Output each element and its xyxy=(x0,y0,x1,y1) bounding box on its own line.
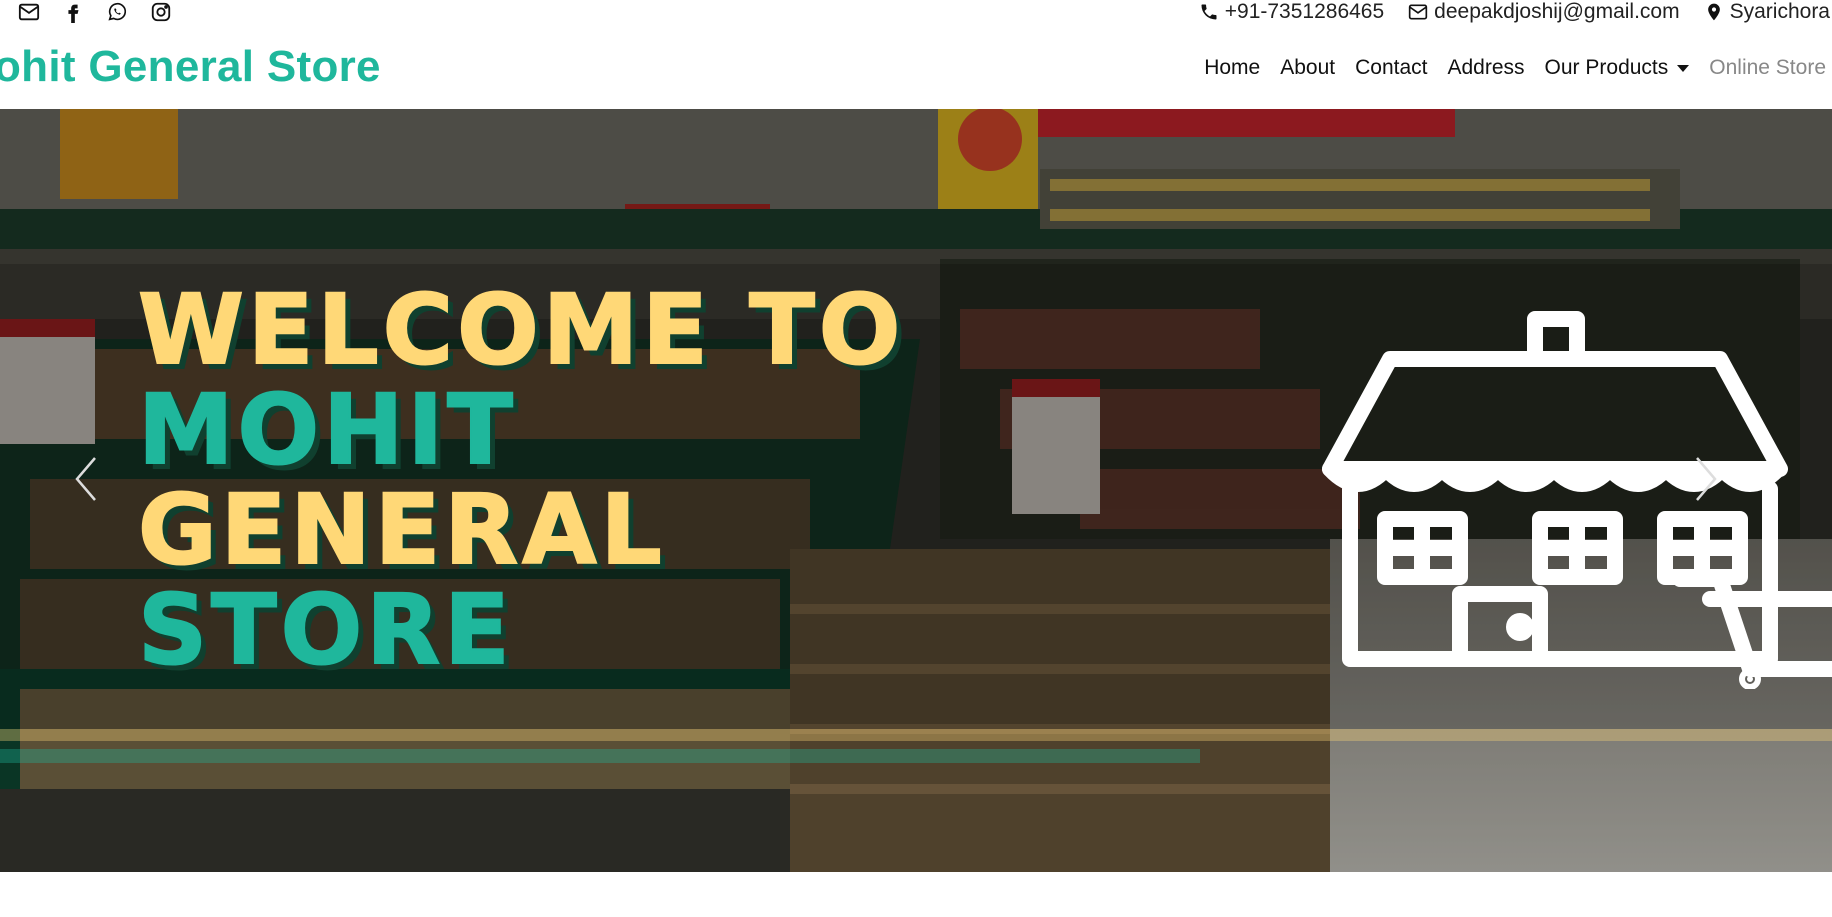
store-cart-icon xyxy=(1322,311,1832,689)
nav-address[interactable]: Address xyxy=(1448,56,1525,80)
nav-contact[interactable]: Contact xyxy=(1355,56,1427,80)
chevron-right-icon xyxy=(1696,457,1717,501)
brand-logo[interactable]: ohit General Store xyxy=(0,42,381,92)
hero-line-general: GENERAL xyxy=(137,474,666,586)
nav-about[interactable]: About xyxy=(1280,56,1335,80)
hero-line-store: STORE xyxy=(137,574,514,686)
map-pin-icon xyxy=(1707,3,1720,21)
location-text: Syarichora xyxy=(1729,0,1830,23)
phone-number: +91-7351286465 xyxy=(1224,0,1385,23)
nav-our-products-label: Our Products xyxy=(1544,56,1669,79)
top-bar: +91-7351286465 deepakdjoshij@gmail.com S… xyxy=(0,0,1832,24)
phone-icon xyxy=(1201,4,1217,20)
carousel-prev-button[interactable] xyxy=(66,449,106,509)
instagram-icon[interactable] xyxy=(148,0,174,24)
nav-online-store[interactable]: Online Store xyxy=(1709,56,1826,80)
nav-our-products-dropdown[interactable]: Our Products xyxy=(1545,56,1690,80)
carousel-next-button[interactable] xyxy=(1686,449,1726,509)
envelope-icon[interactable] xyxy=(16,0,42,24)
location-contact[interactable]: Syarichora xyxy=(1704,0,1830,24)
hero-heading: WELCOME TO MOHIT GENERAL STORE xyxy=(137,274,905,686)
nav-home[interactable]: Home xyxy=(1204,56,1260,80)
whatsapp-icon[interactable] xyxy=(104,0,130,24)
email-contact[interactable]: deepakdjoshij@gmail.com xyxy=(1408,0,1680,24)
envelope-icon xyxy=(1409,4,1428,20)
hero-line-mohit: MOHIT xyxy=(137,374,517,486)
hero-line-welcome: WELCOME TO xyxy=(137,274,905,386)
contact-info: +91-7351286465 deepakdjoshij@gmail.com S… xyxy=(1199,0,1830,24)
caret-down-icon xyxy=(1677,64,1690,72)
facebook-icon[interactable] xyxy=(60,0,86,24)
hero-carousel: WELCOME TO MOHIT GENERAL STORE xyxy=(0,109,1832,872)
chevron-left-icon xyxy=(75,457,96,501)
main-nav: Home About Contact Address Our Products … xyxy=(1204,56,1826,80)
social-links xyxy=(16,0,174,24)
phone-contact[interactable]: +91-7351286465 xyxy=(1199,0,1384,24)
email-address: deepakdjoshij@gmail.com xyxy=(1434,0,1680,23)
